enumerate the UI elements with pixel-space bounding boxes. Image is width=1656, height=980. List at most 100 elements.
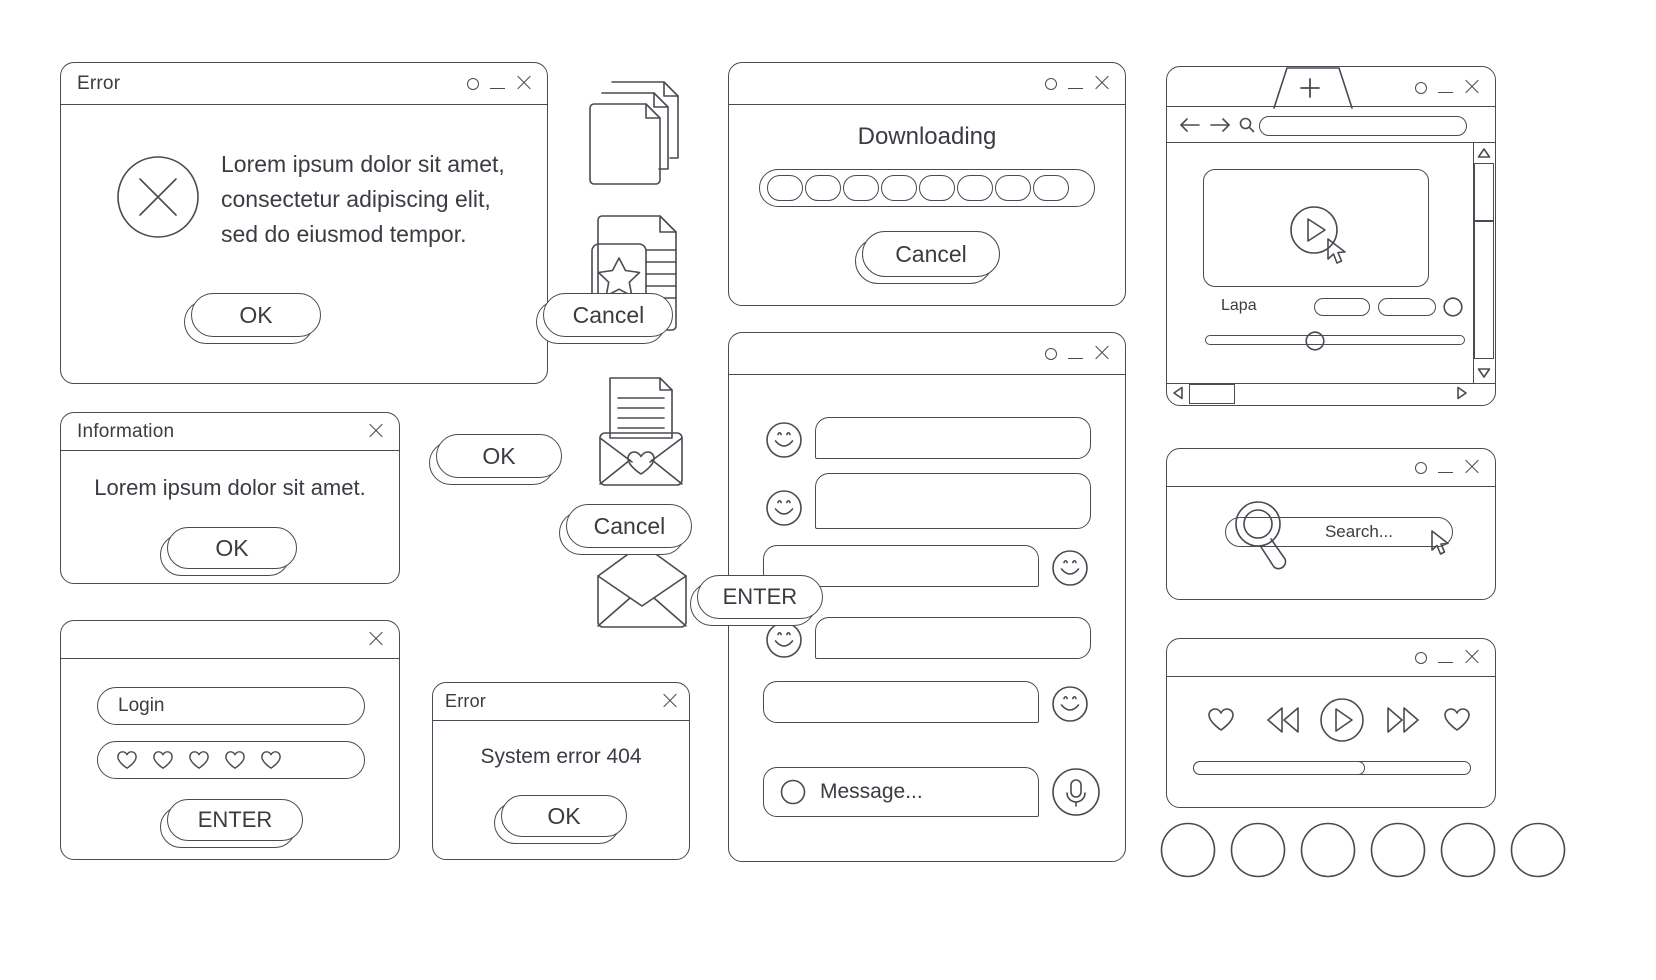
minimize-icon[interactable]	[1438, 472, 1453, 473]
window-controls[interactable]	[1415, 460, 1479, 475]
triangle-up-icon[interactable]	[1477, 147, 1491, 159]
minimize-icon[interactable]	[1068, 88, 1083, 89]
progress-segment	[767, 175, 803, 201]
minimize-icon[interactable]	[490, 88, 505, 89]
smiley-icon	[765, 421, 803, 459]
arrow-right-icon[interactable]	[1209, 117, 1231, 133]
video-slider-track[interactable]	[1205, 335, 1465, 345]
cancel-button[interactable]: Cancel	[862, 231, 1000, 277]
close-icon[interactable]	[1094, 346, 1109, 361]
ok-button[interactable]: OK	[436, 434, 562, 478]
error-cancel-button-wrap: Cancel	[536, 293, 674, 344]
window-controls[interactable]	[467, 76, 531, 91]
standalone-ok-button-wrap: OK	[429, 434, 562, 485]
minimize-circle-icon[interactable]	[1415, 461, 1427, 474]
ok-button[interactable]: OK	[191, 293, 321, 337]
triangle-right-icon[interactable]	[1456, 386, 1468, 400]
browser-horizontal-scroll-thumb[interactable]	[1189, 384, 1235, 404]
information-dialog[interactable]: Information Lorem ipsum dolor sit amet. …	[60, 412, 400, 584]
search-window-titlebar	[1167, 449, 1495, 487]
minimize-icon[interactable]	[1068, 358, 1083, 359]
download-progress-bar	[759, 169, 1095, 207]
video-slider-thumb[interactable]	[1305, 331, 1325, 351]
circle-icon[interactable]	[1510, 822, 1566, 878]
error-dialog[interactable]: Error Lorem ipsum dolor sit amet, consec…	[60, 62, 674, 384]
minimize-icon[interactable]	[1438, 92, 1453, 93]
enter-button[interactable]: ENTER	[696, 574, 823, 619]
error-message-line-1: Lorem ipsum dolor sit amet,	[221, 151, 505, 177]
cancel-button[interactable]: Cancel	[566, 504, 693, 548]
minimize-circle-icon[interactable]	[1415, 81, 1427, 94]
rewind-icon[interactable]	[1265, 705, 1301, 735]
player-window[interactable]	[1166, 638, 1496, 808]
browser-vertical-scroll-thumb[interactable]	[1474, 221, 1494, 359]
minimize-circle-icon[interactable]	[1415, 651, 1427, 664]
minimize-circle-icon[interactable]	[1045, 77, 1057, 90]
cancel-button[interactable]: Cancel	[543, 293, 674, 337]
progress-segment	[995, 175, 1031, 201]
close-icon[interactable]	[368, 632, 383, 647]
chat-bubble-incoming[interactable]	[815, 417, 1091, 459]
browser-vertical-scroll-thumb[interactable]	[1474, 163, 1494, 221]
window-controls[interactable]	[662, 694, 677, 709]
circle-icon[interactable]	[1440, 822, 1496, 878]
chat-bubble-incoming[interactable]	[815, 473, 1091, 529]
search-icon[interactable]	[1239, 117, 1255, 133]
circle-icon[interactable]	[1370, 822, 1426, 878]
video-pill-button[interactable]	[1314, 298, 1370, 316]
arrow-left-icon[interactable]	[1179, 117, 1201, 133]
close-icon[interactable]	[1464, 460, 1479, 475]
heart-right-icon[interactable]	[1443, 707, 1471, 733]
search-window[interactable]: Search...	[1166, 448, 1496, 600]
browser-address-input[interactable]	[1259, 116, 1467, 136]
circle-icon[interactable]	[1300, 822, 1356, 878]
minimize-circle-icon[interactable]	[1045, 347, 1057, 360]
error-message-line-2: consectetur adipiscing elit,	[221, 186, 491, 212]
magnifier-icon[interactable]	[1233, 499, 1291, 573]
chat-bubble-outgoing[interactable]	[763, 681, 1039, 723]
smiley-icon	[765, 621, 803, 659]
heart-left-icon[interactable]	[1207, 707, 1235, 733]
enter-button[interactable]: ENTER	[167, 799, 303, 841]
window-controls[interactable]	[368, 424, 383, 439]
circle-icon[interactable]	[1230, 822, 1286, 878]
close-icon[interactable]	[1464, 80, 1479, 95]
window-controls[interactable]	[1415, 650, 1479, 665]
window-controls[interactable]	[1045, 76, 1109, 91]
chat-composer-input[interactable]: Message...	[763, 767, 1039, 817]
login-dialog[interactable]: Login ENTER	[60, 620, 400, 860]
browser-window[interactable]: Lapa	[1166, 66, 1496, 406]
window-controls[interactable]	[1415, 80, 1479, 95]
minimize-icon[interactable]	[1438, 662, 1453, 663]
window-controls[interactable]	[368, 632, 383, 647]
minimize-circle-icon[interactable]	[467, 77, 479, 90]
microphone-icon[interactable]	[1051, 767, 1101, 817]
close-icon[interactable]	[1464, 650, 1479, 665]
chat-bubble-incoming[interactable]	[815, 617, 1091, 659]
video-pill-button[interactable]	[1378, 298, 1436, 316]
plus-icon[interactable]	[1299, 77, 1321, 99]
fast-forward-icon[interactable]	[1385, 705, 1421, 735]
close-icon[interactable]	[516, 76, 531, 91]
triangle-down-icon[interactable]	[1477, 367, 1491, 379]
close-icon[interactable]	[368, 424, 383, 439]
play-circle-icon[interactable]	[1319, 697, 1365, 743]
circle-icon[interactable]	[1160, 822, 1216, 878]
error-circle-x-icon	[116, 155, 200, 239]
login-password-input[interactable]	[97, 741, 365, 779]
information-ok-button-wrap: OK	[160, 527, 297, 576]
smiley-icon	[1051, 549, 1089, 587]
downloading-dialog[interactable]: Downloading Cancel	[728, 62, 1126, 306]
close-icon[interactable]	[1094, 76, 1109, 91]
close-icon[interactable]	[662, 694, 677, 709]
circle-icon[interactable]	[780, 779, 806, 805]
triangle-left-icon[interactable]	[1172, 386, 1184, 400]
error404-dialog[interactable]: Error System error 404 OK	[432, 682, 690, 860]
login-username-input[interactable]: Login	[97, 687, 365, 725]
login-username-value: Login	[118, 695, 165, 716]
ok-button[interactable]: OK	[501, 795, 627, 837]
window-controls[interactable]	[1045, 346, 1109, 361]
ok-button[interactable]: OK	[167, 527, 297, 569]
circle-icon[interactable]	[1443, 297, 1463, 317]
player-progress-fill[interactable]	[1193, 761, 1365, 775]
